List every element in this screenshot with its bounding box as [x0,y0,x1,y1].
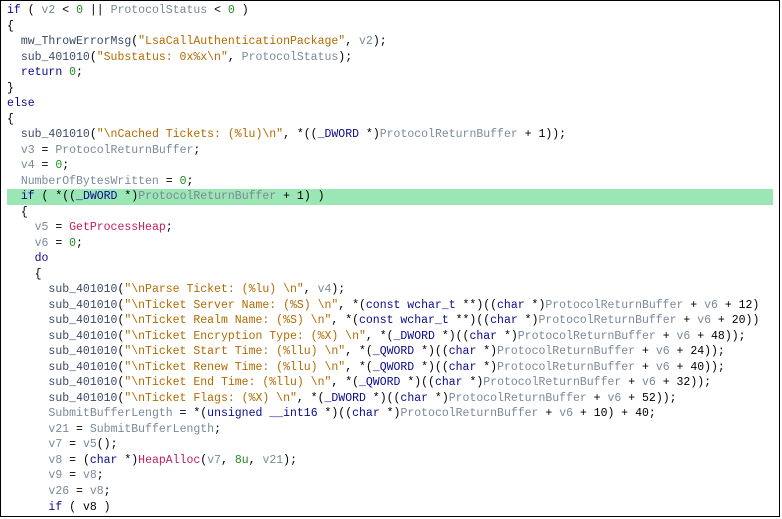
code-line: v26 = v8; [7,484,773,500]
code-line: } [7,81,773,97]
code-line: sub_401010("\nTicket End Time: (%llu) \n… [7,375,773,391]
code-line: { [7,515,773,517]
code-line: if ( v2 < 0 || ProtocolStatus < 0 ) [7,3,773,19]
code-line: { [7,19,773,35]
highlighted-line: if ( *((_DWORD *)ProtocolReturnBuffer + … [7,189,773,205]
code-line: if ( v8 ) [7,500,773,516]
code-line: sub_401010("\nTicket Realm Name: (%S) \n… [7,313,773,329]
code-line: sub_401010("\nCached Tickets: (%lu)\n", … [7,127,773,143]
code-line: sub_401010("\nTicket Server Name: (%S) \… [7,298,773,314]
code-line: return 0; [7,65,773,81]
code-line: sub_401010("Substatus: 0x%x\n", Protocol… [7,50,773,66]
code-line: v21 = SubmitBufferLength; [7,422,773,438]
code-line: v7 = v5(); [7,437,773,453]
code-line: { [7,267,773,283]
code-line: { [7,205,773,221]
code-line: sub_401010("\nParse Ticket: (%lu) \n", v… [7,282,773,298]
code-line: sub_401010("\nTicket Flags: (%X) \n", *(… [7,391,773,407]
code-line: sub_401010("\nTicket Encryption Type: (%… [7,329,773,345]
code-line: { [7,112,773,128]
code-line: sub_401010("\nTicket Renew Time: (%llu) … [7,360,773,376]
code-line: sub_401010("\nTicket Start Time: (%llu) … [7,344,773,360]
code-line: v9 = v8; [7,468,773,484]
code-line: else [7,96,773,112]
code-line: v3 = ProtocolReturnBuffer; [7,143,773,159]
code-line: v6 = 0; [7,236,773,252]
code-line: v5 = GetProcessHeap; [7,220,773,236]
code-line: mw_ThrowErrorMsg("LsaCallAuthenticationP… [7,34,773,50]
code-frame: if ( v2 < 0 || ProtocolStatus < 0 ) { mw… [0,0,780,517]
code-line: do [7,251,773,267]
code-line: NumberOfBytesWritten = 0; [7,174,773,190]
code-line: v8 = (char *)HeapAlloc(v7, 8u, v21); [7,453,773,469]
code-line: SubmitBufferLength = *(unsigned __int16 … [7,406,773,422]
code-line: v4 = 0; [7,158,773,174]
